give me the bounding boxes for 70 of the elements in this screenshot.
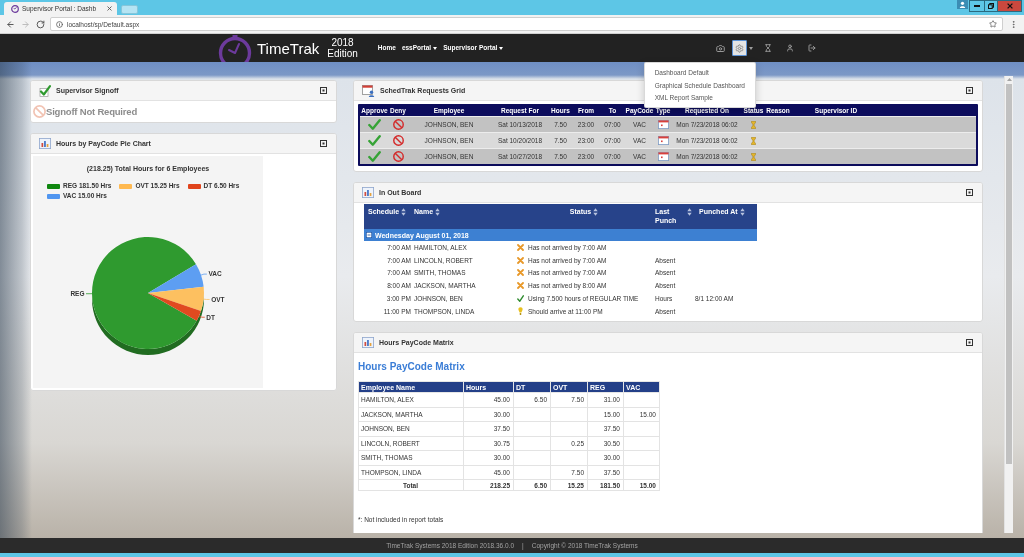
- bar-chart-icon: [39, 138, 51, 149]
- settings-icon: [735, 43, 744, 53]
- reload-icon[interactable]: [36, 19, 45, 29]
- collapse-icon[interactable]: [966, 339, 973, 346]
- scrollbar[interactable]: [1004, 76, 1013, 533]
- more-icon[interactable]: [1009, 19, 1018, 29]
- logout-icon[interactable]: [808, 44, 816, 52]
- user-icon[interactable]: [957, 0, 968, 9]
- brand-name: TimeTrak: [257, 39, 320, 57]
- collapse-icon[interactable]: [320, 87, 327, 94]
- ban-icon[interactable]: [392, 119, 404, 130]
- leader-line: [200, 273, 208, 276]
- edition-year: 2018: [331, 37, 354, 48]
- cross-icon: [517, 282, 524, 290]
- restore-button[interactable]: [984, 0, 998, 12]
- close-button[interactable]: [997, 0, 1022, 12]
- close-icon: [1006, 3, 1013, 9]
- hourglass-icon[interactable]: [764, 44, 772, 52]
- sort-icon[interactable]: [435, 207, 441, 216]
- calendar-user-icon: [362, 84, 375, 97]
- caret-icon: [749, 46, 753, 50]
- cross-icon: [517, 243, 524, 251]
- stopwatch-icon: [218, 35, 252, 62]
- collapse-icon[interactable]: [966, 189, 973, 196]
- caret-icon: [433, 46, 438, 50]
- check-icon[interactable]: [368, 119, 381, 130]
- sort-icon[interactable]: [739, 207, 745, 216]
- report-heading: Hours PayCode Matrix: [358, 361, 466, 372]
- collapse-icon[interactable]: [366, 232, 372, 238]
- scrollbar-thumb[interactable]: [1006, 84, 1012, 464]
- user-icon[interactable]: [786, 44, 794, 52]
- calendar-icon: [657, 120, 669, 129]
- ban-icon[interactable]: [392, 135, 404, 146]
- edition-label: Edition: [327, 48, 358, 59]
- bar-chart-icon: [362, 187, 374, 198]
- check-icon: [517, 295, 524, 303]
- camera-icon[interactable]: [716, 43, 725, 53]
- leader-line: [198, 315, 206, 318]
- sort-icon[interactable]: [593, 207, 599, 216]
- hourglass-icon: [751, 136, 756, 145]
- bar-chart-icon: [362, 337, 374, 348]
- info-icon[interactable]: [56, 20, 63, 28]
- collapse-icon[interactable]: [966, 87, 973, 94]
- leader-line: [203, 298, 211, 300]
- ban-icon: [33, 105, 46, 118]
- clock-icon: [11, 4, 19, 13]
- hourglass-icon: [751, 120, 756, 129]
- sort-icon[interactable]: [401, 207, 407, 216]
- check-icon[interactable]: [368, 151, 381, 162]
- lightbulb-icon: [517, 307, 524, 316]
- signoff-message: Signoff Not Required: [46, 106, 137, 117]
- check-icon[interactable]: [368, 135, 381, 146]
- checkmark-icon: [39, 84, 51, 97]
- calendar-icon: [657, 136, 669, 145]
- settings-button[interactable]: [732, 40, 747, 56]
- ban-icon[interactable]: [392, 151, 404, 162]
- minimize-icon: [974, 5, 980, 7]
- leader-line: [85, 293, 93, 295]
- collapse-icon[interactable]: [320, 140, 327, 147]
- sort-icon[interactable]: [687, 207, 692, 216]
- cross-icon: [517, 256, 524, 264]
- calendar-icon: [657, 152, 669, 161]
- caret-icon: [499, 46, 504, 50]
- hourglass-icon: [751, 152, 756, 161]
- back-icon[interactable]: [6, 19, 15, 29]
- cross-icon: [517, 269, 524, 277]
- close-icon[interactable]: [107, 6, 113, 11]
- minimize-button[interactable]: [969, 0, 985, 12]
- restore-icon: [988, 3, 994, 9]
- star-icon[interactable]: [989, 20, 997, 28]
